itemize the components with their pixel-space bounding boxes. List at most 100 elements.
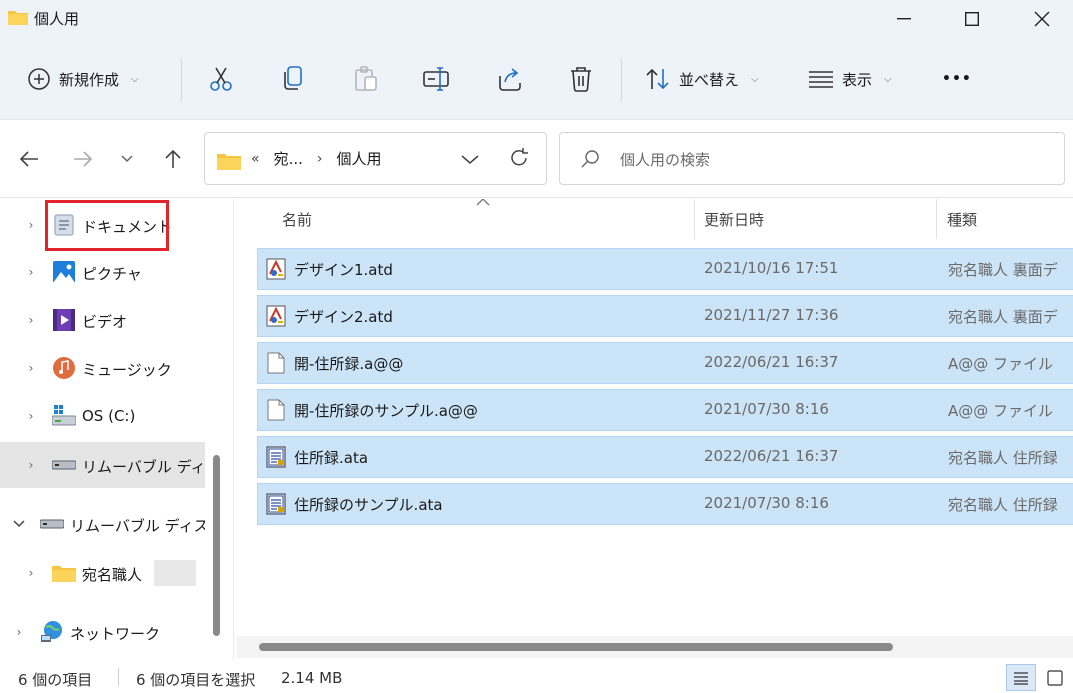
file-name: 開-住所録.a@@ bbox=[294, 355, 404, 373]
arrow-right-icon bbox=[74, 151, 93, 167]
atd-file-icon bbox=[266, 305, 286, 327]
more-options-icon: ••• bbox=[942, 71, 972, 87]
minimize-button[interactable] bbox=[873, 0, 935, 38]
highlight-annotation bbox=[45, 200, 169, 251]
view-button[interactable]: 表示 ⌵ bbox=[808, 38, 892, 120]
file-name: 開-住所録のサンプル.a@@ bbox=[294, 402, 478, 420]
chevron-right-icon[interactable]: › bbox=[12, 625, 26, 639]
maximize-icon bbox=[965, 12, 979, 26]
refresh-icon[interactable] bbox=[508, 147, 530, 169]
sort-button[interactable]: 並べ替え ⌵ bbox=[645, 38, 759, 120]
file-modified: 2021/10/16 17:51 bbox=[704, 259, 839, 277]
back-button[interactable] bbox=[14, 144, 44, 174]
file-name: デザイン2.atd bbox=[294, 308, 393, 326]
search-placeholder: 個人用の検索 bbox=[620, 151, 711, 169]
nav-item-pictures[interactable]: › ピクチャ bbox=[0, 249, 205, 295]
copy-button[interactable] bbox=[281, 38, 305, 120]
folder-icon bbox=[52, 561, 76, 585]
redacted-block bbox=[154, 560, 196, 586]
thumbnail-view-icon bbox=[1047, 669, 1063, 686]
ata-file-icon bbox=[266, 493, 286, 515]
address-bar[interactable]: « 宛... › 個人用 bbox=[204, 132, 547, 185]
overflow-crumb[interactable]: « bbox=[251, 151, 260, 167]
chevron-right-icon[interactable]: › bbox=[24, 218, 38, 232]
nav-item-label: ピクチャ bbox=[82, 265, 142, 283]
file-type: 宛名職人 裏面デ bbox=[948, 308, 1058, 326]
file-type: 宛名職人 住所録 bbox=[948, 496, 1058, 514]
delete-button[interactable] bbox=[569, 38, 593, 120]
recent-locations-button[interactable] bbox=[112, 144, 142, 174]
chevron-right-icon[interactable]: › bbox=[24, 409, 38, 423]
paste-button[interactable] bbox=[353, 38, 379, 120]
column-header-label: 名前 bbox=[282, 210, 313, 229]
chevron-down-icon[interactable] bbox=[12, 517, 26, 531]
folder-icon bbox=[217, 154, 241, 170]
arrow-up-icon bbox=[165, 149, 181, 168]
rename-icon bbox=[423, 67, 449, 91]
nav-item-network[interactable]: › ネットワーク bbox=[0, 609, 205, 655]
file-row[interactable]: デザイン1.atd 2021/10/16 17:51 宛名職人 裏面デ bbox=[257, 248, 1073, 290]
ata-file-icon bbox=[266, 446, 286, 468]
nav-item-removable-disk-expanded[interactable]: リムーバブル ディスク bbox=[0, 501, 205, 547]
chevron-down-icon[interactable] bbox=[460, 149, 480, 169]
breadcrumb-item[interactable]: 宛... bbox=[274, 148, 303, 169]
chevron-right-icon[interactable]: › bbox=[24, 566, 38, 580]
chevron-down-icon: ⌵ bbox=[751, 73, 759, 85]
chevron-down-icon: ⌵ bbox=[884, 73, 892, 85]
chevron-right-icon[interactable]: › bbox=[24, 265, 38, 279]
file-row[interactable]: 開-住所録のサンプル.a@@ 2021/07/30 8:16 A@@ ファイル bbox=[257, 389, 1073, 431]
share-button[interactable] bbox=[497, 38, 523, 120]
file-modified: 2021/07/30 8:16 bbox=[704, 494, 829, 512]
chevron-right-icon[interactable]: › bbox=[24, 313, 38, 327]
chevron-right-icon[interactable]: › bbox=[24, 458, 38, 472]
nav-item-music[interactable]: › ミュージック bbox=[0, 345, 205, 391]
details-view-button[interactable] bbox=[1006, 664, 1036, 691]
forward-button[interactable] bbox=[68, 144, 98, 174]
file-type: 宛名職人 住所録 bbox=[948, 449, 1058, 467]
file-row[interactable]: 住所録のサンプル.ata 2021/07/30 8:16 宛名職人 住所録 bbox=[257, 483, 1073, 525]
file-modified: 2021/07/30 8:16 bbox=[704, 400, 829, 418]
nav-item-label: ミュージック bbox=[82, 361, 172, 379]
close-button[interactable] bbox=[1011, 0, 1073, 38]
file-type: 宛名職人 裏面デ bbox=[948, 261, 1058, 279]
file-row[interactable]: デザイン2.atd 2021/11/27 17:36 宛名職人 裏面デ bbox=[257, 295, 1073, 337]
more-options-button[interactable]: ••• bbox=[942, 38, 972, 120]
column-header-name[interactable]: 名前 bbox=[282, 199, 692, 239]
nav-pane-scrollbar[interactable] bbox=[213, 455, 220, 636]
rename-button[interactable] bbox=[423, 38, 451, 120]
thumbnail-view-button[interactable] bbox=[1040, 664, 1070, 691]
nav-item-removable-disk[interactable]: › リムーバブル ディスク bbox=[0, 442, 205, 488]
column-header-modified[interactable]: 更新日時 bbox=[704, 199, 934, 239]
file-row[interactable]: 住所録.ata 2022/06/21 16:37 宛名職人 住所録 bbox=[257, 436, 1073, 478]
file-type: A@@ ファイル bbox=[948, 402, 1054, 420]
chevron-right-icon[interactable]: › bbox=[317, 151, 323, 167]
new-button[interactable]: 新規作成 ⌵ bbox=[27, 38, 139, 120]
search-box[interactable]: 個人用の検索 bbox=[559, 132, 1065, 185]
share-icon bbox=[499, 68, 521, 91]
removable-disk-icon bbox=[52, 453, 76, 477]
search-icon bbox=[581, 150, 599, 168]
nav-item-atena-folder[interactable]: › 宛名職人 bbox=[0, 550, 205, 596]
file-modified: 2021/11/27 17:36 bbox=[704, 306, 839, 324]
close-icon bbox=[1034, 11, 1050, 27]
column-header-type[interactable]: 種類 bbox=[947, 199, 1073, 239]
cut-button[interactable] bbox=[208, 38, 234, 120]
folder-icon bbox=[8, 11, 28, 25]
chevron-right-icon[interactable]: › bbox=[24, 361, 38, 375]
file-row[interactable]: 開-住所録.a@@ 2022/06/21 16:37 A@@ ファイル bbox=[257, 342, 1073, 384]
music-icon bbox=[52, 356, 76, 380]
up-button[interactable] bbox=[158, 144, 188, 174]
sort-label: 並べ替え bbox=[679, 70, 740, 89]
navigation-pane: › ドキュメント › ピクチャ › ビデオ › ミュージック › OS (C:) bbox=[0, 199, 233, 660]
plus-circle-icon bbox=[28, 68, 50, 90]
horizontal-scrollbar[interactable] bbox=[259, 643, 893, 651]
breadcrumb-item[interactable]: 個人用 bbox=[337, 148, 382, 169]
maximize-button[interactable] bbox=[941, 0, 1003, 38]
view-label: 表示 bbox=[842, 70, 873, 89]
nav-item-videos[interactable]: › ビデオ bbox=[0, 297, 205, 343]
file-modified: 2022/06/21 16:37 bbox=[704, 447, 839, 465]
chevron-down-icon bbox=[121, 155, 133, 163]
nav-item-os-drive[interactable]: › OS (C:) bbox=[0, 393, 205, 439]
status-bar: 6 個の項目 6 個の項目を選択 2.14 MB bbox=[0, 660, 1073, 693]
command-bar: 新規作成 ⌵ 並べ替え ⌵ 表示 ⌵ ••• bbox=[0, 38, 1073, 120]
